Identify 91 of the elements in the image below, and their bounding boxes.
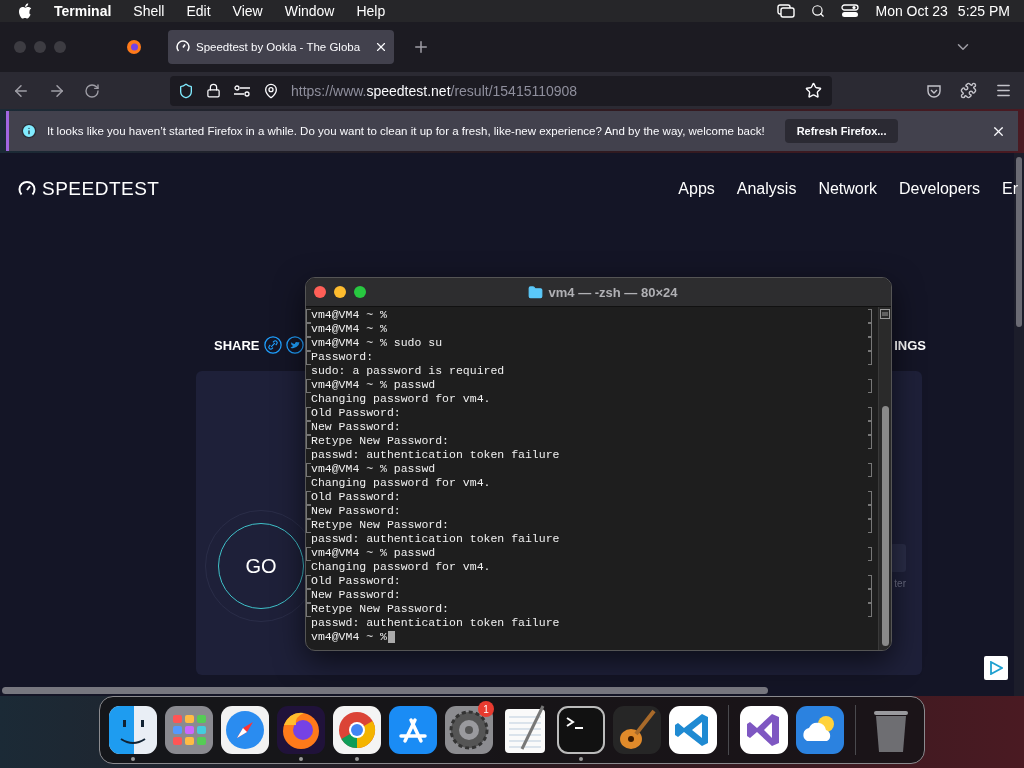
- menu-item[interactable]: Edit: [186, 3, 211, 19]
- nav-link[interactable]: Apps: [678, 180, 715, 198]
- windows-icon[interactable]: [777, 4, 796, 18]
- terminal-line: vm4@VM4 ~ %: [311, 308, 387, 322]
- minimize-light[interactable]: [334, 286, 346, 298]
- terminal-line: Old Password:: [311, 406, 401, 420]
- toggles-icon[interactable]: [841, 4, 860, 18]
- terminal-line: New Password:: [311, 420, 401, 434]
- terminal-line: vm4@VM4 ~ % passwd: [311, 462, 436, 476]
- terminal-line: Changing password for vm4.: [311, 560, 491, 574]
- lock-icon[interactable]: [206, 83, 221, 98]
- fox-globe-icon[interactable]: [126, 39, 142, 55]
- window-title: vm4 — -zsh — 80×24: [374, 284, 831, 300]
- play-triangle-icon: [989, 661, 1003, 675]
- bookmark-star-icon[interactable]: [805, 82, 822, 99]
- compass-icon[interactable]: [220, 705, 270, 755]
- browser-tab[interactable]: Speedtest by Ookla - The Globa: [168, 30, 394, 64]
- address-field[interactable]: https://www.speedtest.net/result/15415110908: [170, 75, 832, 106]
- nav-link[interactable]: Developers: [899, 180, 980, 198]
- terminal-line: Old Password:: [311, 490, 401, 504]
- notification-message: It looks like you haven’t started Firefox in a while. Do you want to clean it up for a fresh, like-new experience? And by the way, welcome back!: [47, 125, 765, 137]
- share-label: SHARE: [214, 337, 260, 353]
- close-light[interactable]: [314, 286, 326, 298]
- menu-time[interactable]: 5:25 PM: [957, 3, 1010, 19]
- notification-badge: 1: [478, 701, 494, 717]
- refresh-firefox-button[interactable]: Refresh Firefox...: [784, 119, 899, 143]
- smiling-face-icon[interactable]: [108, 705, 158, 755]
- card-label: ter: [894, 577, 906, 589]
- terminal-line: New Password:: [311, 504, 401, 518]
- folder-icon: [527, 284, 543, 300]
- go-button[interactable]: GO: [218, 523, 304, 609]
- permissions-icon[interactable]: [233, 84, 251, 97]
- terminal-line: Retype New Password:: [311, 602, 450, 616]
- guitar-icon[interactable]: [612, 705, 662, 755]
- pencil-a-icon[interactable]: [388, 705, 438, 755]
- terminal-line: Retype New Password:: [311, 518, 450, 532]
- info-icon: [21, 123, 37, 139]
- apple-icon[interactable]: [18, 3, 32, 19]
- terminal-line: vm4@VM4 ~ % sudo su: [311, 336, 443, 350]
- terminal-line: Password:: [311, 350, 374, 364]
- gauge-icon: [176, 40, 190, 54]
- menu-date[interactable]: Mon Oct 23: [875, 3, 948, 19]
- terminal-line: Changing password for vm4.: [311, 392, 491, 406]
- terminal-line: passwd: authentication token failure: [311, 532, 560, 546]
- menu-item[interactable]: View: [232, 3, 263, 19]
- vertical-scrollbar[interactable]: [1016, 157, 1022, 327]
- zoom-light[interactable]: [354, 286, 366, 298]
- terminal-line: passwd: authentication token failure: [311, 448, 560, 462]
- close-icon[interactable]: [374, 40, 388, 54]
- ad-badge[interactable]: [984, 656, 1008, 680]
- terminal-line: Retype New Password:: [311, 434, 450, 448]
- menu-app-name[interactable]: Terminal: [54, 3, 112, 19]
- settings-link[interactable]: INGS: [894, 337, 926, 353]
- nav-link[interactable]: Analysis: [736, 180, 797, 198]
- reload-icon[interactable]: [84, 82, 100, 99]
- menu-item[interactable]: Window: [284, 3, 335, 19]
- terminal-line: vm4@VM4 ~ % passwd: [311, 378, 436, 392]
- speedtest-logo[interactable]: SPEEDTEST: [42, 178, 160, 200]
- terminal-line: vm4@VM4 ~ % passwd: [311, 546, 436, 560]
- terminal-line: New Password:: [311, 588, 401, 602]
- pocket-icon[interactable]: [926, 82, 942, 99]
- nav-link[interactable]: Network: [818, 180, 878, 198]
- link-icon[interactable]: [263, 336, 282, 354]
- menu-icon[interactable]: [995, 82, 1012, 99]
- bird-icon[interactable]: [285, 336, 304, 354]
- terminal-line: sudo: a password is required: [311, 364, 505, 378]
- horizontal-scrollbar[interactable]: [2, 686, 768, 694]
- app-grid-icon[interactable]: [164, 705, 214, 755]
- browser-ring-icon[interactable]: [332, 705, 382, 755]
- infinity-ribbon-icon[interactable]: [739, 705, 789, 755]
- terminal-line: Changing password for vm4.: [311, 476, 491, 490]
- vertical-scrollbar[interactable]: [881, 406, 889, 646]
- gear-icon[interactable]: [444, 705, 494, 755]
- location-icon[interactable]: [263, 82, 279, 99]
- fox-globe-icon[interactable]: [276, 705, 326, 755]
- terminal-icon[interactable]: [556, 705, 606, 755]
- menu-item[interactable]: Help: [356, 3, 386, 19]
- terminal-line: passwd: authentication token failure: [311, 616, 560, 630]
- shield-icon[interactable]: [178, 82, 194, 99]
- terminal-line: vm4@VM4 ~ %: [311, 630, 387, 644]
- menu-item[interactable]: Shell: [133, 3, 165, 19]
- cloud-sun-icon[interactable]: [795, 705, 845, 755]
- extensions-icon[interactable]: [960, 82, 977, 99]
- new-tab-icon[interactable]: [412, 38, 430, 56]
- search-icon[interactable]: [811, 4, 826, 18]
- code-ribbon-icon[interactable]: [668, 705, 718, 755]
- gauge-icon[interactable]: [18, 180, 36, 198]
- split-pane-icon[interactable]: [880, 309, 890, 319]
- terminal-line: Old Password:: [311, 574, 401, 588]
- terminal-line: vm4@VM4 ~ %: [311, 322, 387, 336]
- nav-link[interactable]: Er: [1002, 180, 1018, 198]
